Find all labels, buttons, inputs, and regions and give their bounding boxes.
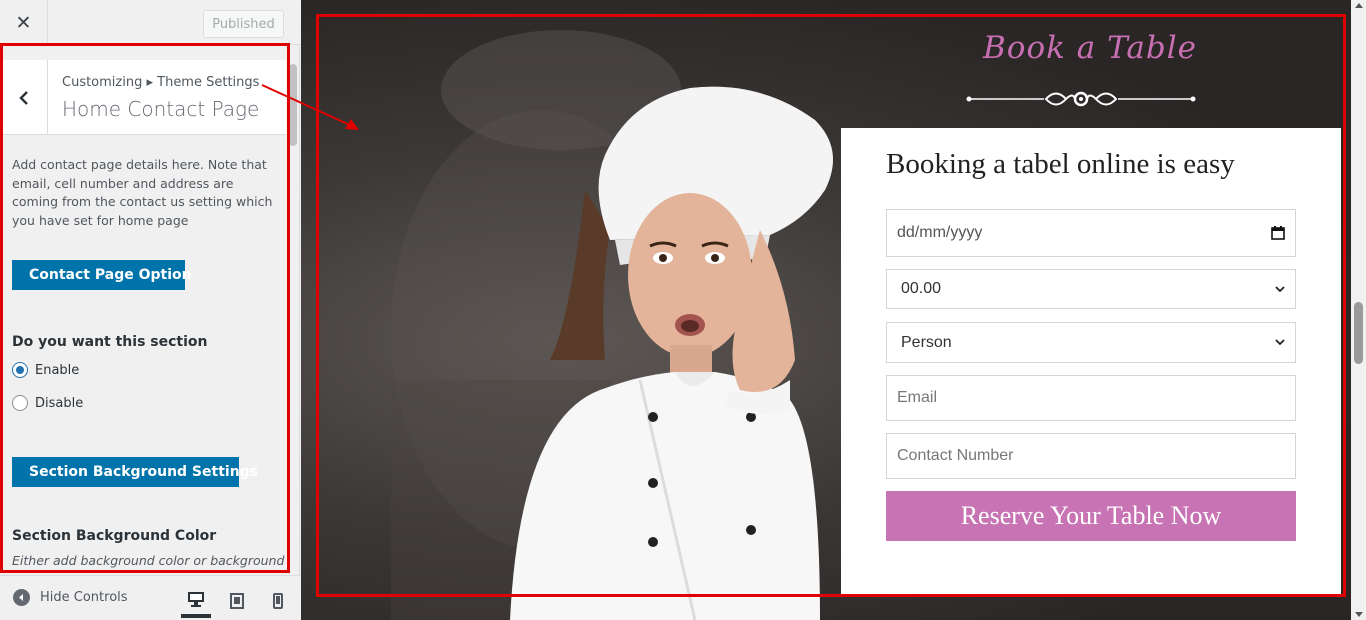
ornament-divider <box>966 91 1196 107</box>
scroll-up-arrow-icon[interactable] <box>1355 3 1363 8</box>
booking-form-heading: Booking a tabel online is easy <box>886 148 1235 180</box>
publish-button[interactable]: Published <box>203 10 284 38</box>
background-color-description: Either add background color or backgroun… <box>12 553 285 568</box>
email-input[interactable]: Email <box>886 375 1296 421</box>
chef-image <box>510 86 833 620</box>
close-icon: ✕ <box>15 11 32 34</box>
radio-enable-button[interactable] <box>12 362 28 378</box>
device-desktop-button[interactable] <box>181 584 211 618</box>
contact-page-option-button[interactable]: Contact Page Option <box>12 260 192 290</box>
mobile-icon <box>273 593 283 609</box>
device-mobile-button[interactable] <box>263 584 293 618</box>
contact-number-placeholder: Contact Number <box>897 447 1014 464</box>
section-title: Home Contact Page <box>62 97 260 121</box>
background-color-label: Section Background Color <box>12 528 217 544</box>
preview-scroll-thumb[interactable] <box>1354 302 1363 364</box>
section-description: Add contact page details here. Note that… <box>12 157 273 228</box>
book-table-title: Book a Table <box>983 30 1197 66</box>
booking-form-card: Booking a tabel online is easy dd/mm/yyy… <box>841 128 1341 594</box>
breadcrumb: Customizing ▸ Theme Settings <box>62 75 260 90</box>
radio-disable-label: Disable <box>35 395 84 411</box>
radio-disable-button[interactable] <box>12 395 28 411</box>
sidebar-scrollbar[interactable] <box>289 60 297 570</box>
customizer-footer: Hide Controls <box>0 575 300 620</box>
close-button[interactable]: ✕ <box>0 0 48 45</box>
back-button[interactable] <box>0 60 48 135</box>
desktop-icon <box>188 592 204 607</box>
section-background-settings-button[interactable]: Section Background Settings <box>12 457 258 487</box>
enable-section-label: Do you want this section <box>12 334 208 350</box>
person-select[interactable]: Person <box>886 322 1296 363</box>
contact-number-input[interactable]: Contact Number <box>886 433 1296 479</box>
scroll-down-arrow-icon[interactable] <box>1355 612 1363 617</box>
hide-controls-label: Hide Controls <box>40 590 128 605</box>
hide-controls-button[interactable]: Hide Controls <box>13 589 128 606</box>
chevron-down-icon <box>1275 285 1285 292</box>
section-header: Customizing ▸ Theme Settings Home Contac… <box>0 60 286 135</box>
radio-enable[interactable]: Enable <box>12 361 79 379</box>
customizer-header: ✕ Published <box>0 0 300 45</box>
radio-enable-label: Enable <box>35 362 80 378</box>
date-input[interactable]: dd/mm/yyyy <box>886 209 1296 257</box>
tablet-icon <box>230 593 244 609</box>
device-tablet-button[interactable] <box>222 584 252 618</box>
chevron-left-icon <box>18 90 28 105</box>
calendar-icon[interactable] <box>1271 226 1285 240</box>
reserve-table-button[interactable]: Reserve Your Table Now <box>886 491 1296 541</box>
email-input-placeholder: Email <box>897 389 938 406</box>
collapse-arrow-icon <box>13 589 30 606</box>
time-select[interactable]: 00.00 <box>886 269 1296 309</box>
sidebar-scroll-thumb[interactable] <box>289 64 297 146</box>
controls-panel[interactable]: Customizing ▸ Theme Settings Home Contac… <box>0 45 300 575</box>
preview-scrollbar[interactable] <box>1351 0 1366 620</box>
time-select-value: 00.00 <box>901 280 942 297</box>
date-input-placeholder: dd/mm/yyyy <box>897 224 983 241</box>
chevron-down-icon <box>1275 339 1285 346</box>
customizer-sidebar: ✕ Published Customizing ▸ Theme Settings… <box>0 0 300 620</box>
person-select-value: Person <box>901 333 952 351</box>
radio-disable[interactable]: Disable <box>12 394 83 412</box>
